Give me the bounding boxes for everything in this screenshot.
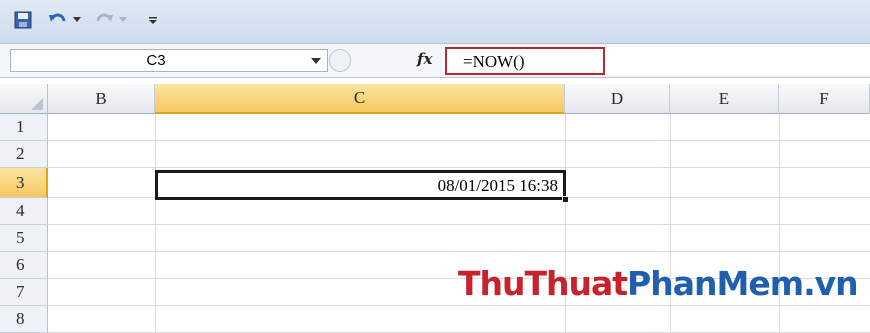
column-header[interactable]: F (779, 84, 870, 114)
row-header[interactable]: 1 (0, 114, 48, 141)
column-header[interactable]: B (48, 84, 155, 114)
formula-text: =NOW() (463, 52, 525, 71)
column-headers: B C D E F (0, 84, 870, 114)
row-header[interactable]: 7 (0, 279, 48, 306)
column-header[interactable]: E (670, 84, 779, 114)
row-header-active[interactable]: 3 (0, 168, 48, 198)
redo-icon[interactable] (92, 9, 116, 31)
row-header[interactable]: 4 (0, 198, 48, 225)
formula-highlight-box[interactable]: =NOW() (445, 47, 605, 75)
cell-value: 08/01/2015 16:38 (437, 176, 558, 195)
customize-icon[interactable] (146, 9, 160, 31)
row-header[interactable]: 2 (0, 141, 48, 168)
chevron-down-icon[interactable] (311, 58, 321, 64)
dropdown-icon[interactable] (72, 9, 82, 31)
quick-access-toolbar (0, 0, 870, 44)
row-header[interactable]: 5 (0, 225, 48, 252)
formula-bar-resize-handle[interactable] (329, 49, 351, 72)
row-header[interactable]: 6 (0, 252, 48, 279)
fill-handle[interactable] (562, 196, 569, 203)
active-cell-c3[interactable]: 08/01/2015 16:38 (155, 170, 566, 200)
name-box-value: C3 (146, 52, 166, 69)
formula-bar: C3 fx =NOW() (0, 44, 870, 78)
dropdown-icon[interactable] (118, 9, 128, 31)
undo-icon[interactable] (46, 9, 70, 31)
watermark-part2: PhanMem.vn (627, 264, 859, 303)
row-headers: 1 2 3 4 5 6 7 8 (0, 114, 48, 333)
select-all-button[interactable] (0, 84, 48, 114)
save-icon[interactable] (12, 9, 34, 31)
watermark-part1: ThuThuat (458, 264, 628, 303)
column-header[interactable]: D (565, 84, 670, 114)
insert-function-icon[interactable]: fx (417, 50, 432, 68)
watermark-logo: ThuThuatPhanMem.vn (458, 264, 859, 303)
name-box[interactable]: C3 (10, 49, 328, 72)
column-header-active[interactable]: C (155, 84, 565, 114)
row-header[interactable]: 8 (0, 306, 48, 333)
